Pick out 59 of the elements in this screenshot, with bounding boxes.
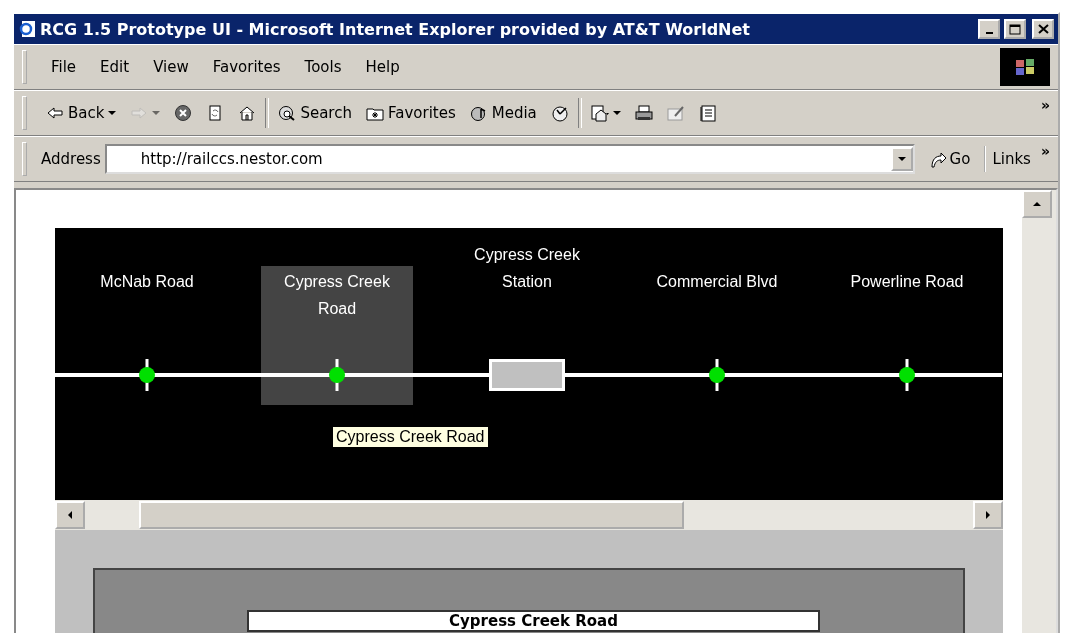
minimize-button[interactable]	[978, 19, 1000, 39]
tooltip: Cypress Creek Road	[333, 427, 488, 447]
signal-icon[interactable]	[709, 359, 725, 391]
media-icon	[469, 104, 488, 122]
scroll-thumb[interactable]	[139, 501, 684, 529]
location-label: Cypress Creek Station	[473, 245, 581, 292]
menu-item[interactable]: Help	[355, 56, 410, 78]
more-button[interactable]: »	[1040, 97, 1050, 113]
close-button[interactable]	[1032, 19, 1054, 39]
details-heading: Cypress Creek Road	[247, 610, 820, 632]
caret-icon	[897, 155, 906, 163]
scroll-left-button[interactable]	[55, 501, 85, 529]
media-button[interactable]: Media	[464, 100, 542, 126]
signal-icon[interactable]	[899, 359, 915, 391]
history-icon	[550, 104, 569, 122]
curved-arrow-icon	[928, 150, 947, 168]
menu-item[interactable]: Tools	[294, 56, 352, 78]
print-icon	[634, 104, 653, 122]
maximize-button[interactable]	[1004, 19, 1026, 39]
location-label: Powerline Road	[849, 272, 965, 292]
signal-icon[interactable]	[329, 359, 345, 391]
caret-icon	[152, 109, 161, 117]
favorites-button[interactable]: Favorites	[360, 100, 461, 126]
browser-icon	[18, 20, 36, 38]
caret-icon	[108, 109, 117, 117]
up-arrow-icon	[1033, 200, 1041, 208]
back-icon	[46, 104, 64, 122]
scroll-right-button[interactable]	[973, 501, 1003, 529]
signal-icon[interactable]	[139, 359, 155, 391]
go-button[interactable]: Go	[918, 146, 981, 172]
minimize-icon	[985, 32, 993, 34]
edit-icon	[666, 104, 685, 122]
scroll-up-button[interactable]	[1022, 190, 1052, 218]
menu-item[interactable]: Favorites	[202, 56, 291, 78]
location-label: Commercial Blvd	[655, 272, 779, 292]
maximize-icon	[1009, 23, 1021, 35]
menu-item[interactable]: View	[143, 56, 199, 78]
stop-icon	[174, 104, 193, 122]
address-field[interactable]: http://railccs.nestor.com	[104, 144, 915, 174]
back-button[interactable]: Back	[41, 100, 122, 126]
links-button[interactable]: Links	[984, 146, 1037, 172]
windows-logo	[1000, 48, 1050, 86]
window-title: RCG 1.5 Prototype UI - Microsoft Internet Explorer provided by AT&T WorldNet	[40, 19, 751, 39]
menu-item[interactable]: Edit	[90, 56, 140, 78]
close-icon	[1037, 24, 1049, 34]
vertical-scrollbar[interactable]	[1022, 190, 1056, 633]
more-button[interactable]: »	[1040, 143, 1050, 159]
location-label: McNab Road	[99, 272, 195, 292]
caret-icon	[612, 109, 621, 117]
search-icon	[278, 104, 297, 122]
dropdown-button[interactable]	[890, 147, 913, 171]
address-label: Address	[41, 150, 101, 168]
horizontal-scrollbar[interactable]	[55, 500, 1003, 530]
menu-item[interactable]: File	[41, 56, 87, 78]
left-arrow-icon	[66, 511, 74, 519]
location-label: Cypress Creek Road	[283, 272, 391, 319]
search-button[interactable]: Search	[273, 100, 357, 126]
right-arrow-icon	[984, 511, 992, 519]
home-icon	[238, 104, 257, 122]
